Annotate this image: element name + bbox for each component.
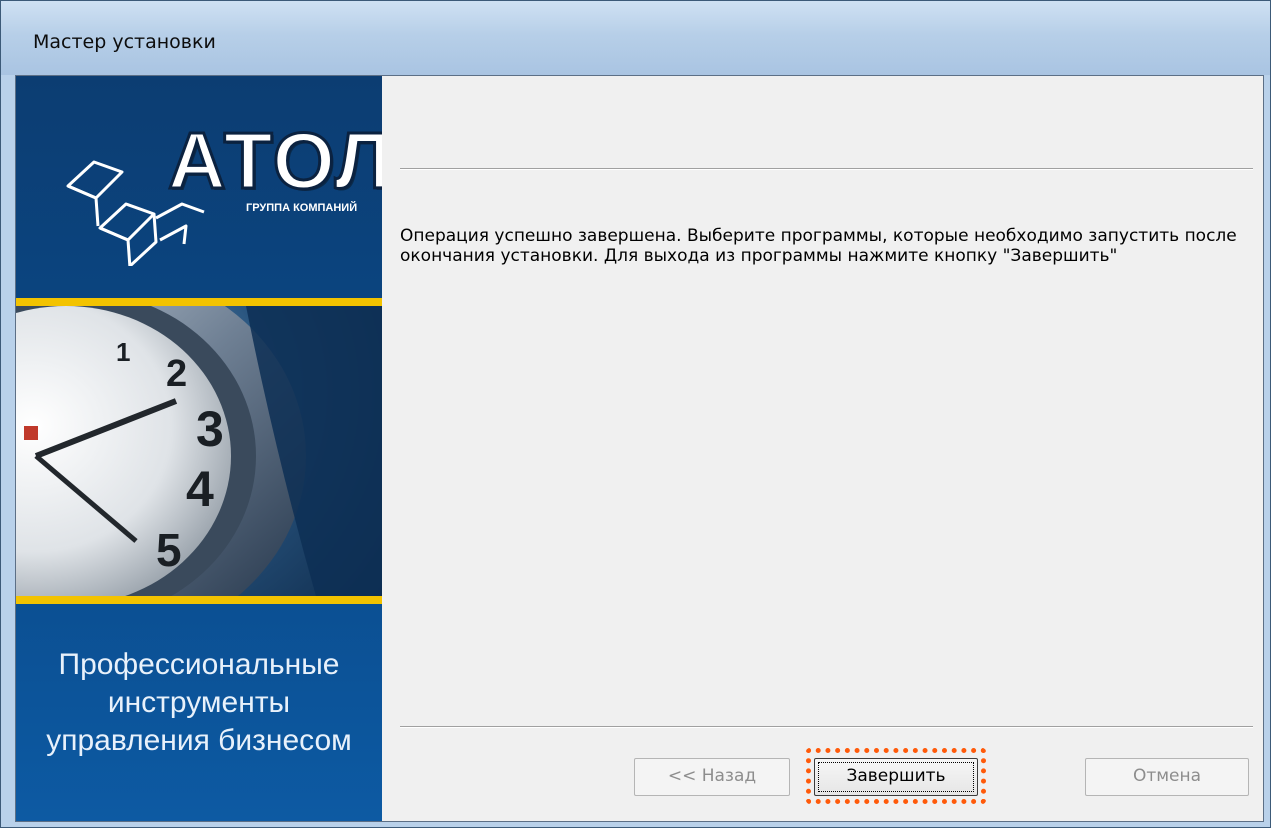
atol-logo: АТОЛ ГРУППА КОМПАНИЙ: [56, 106, 382, 276]
wizard-frame: АТОЛ ГРУППА КОМПАНИЙ 1 2 3 4 5 Профессио…: [15, 75, 1264, 822]
header-divider: [400, 168, 1253, 170]
svg-text:4: 4: [186, 461, 214, 517]
footer-divider: [400, 726, 1253, 728]
brand-sidebar: АТОЛ ГРУППА КОМПАНИЙ 1 2 3 4 5 Профессио…: [16, 76, 382, 821]
svg-text:3: 3: [196, 401, 224, 457]
completion-message: Операция успешно завершена. Выберите про…: [400, 226, 1237, 266]
watch-photo: 1 2 3 4 5: [16, 298, 382, 604]
svg-text:1: 1: [116, 337, 130, 367]
slogan-line-3: управления бизнесом: [46, 724, 352, 757]
window-title: Мастер установки: [33, 31, 216, 53]
watch-image: 1 2 3 4 5: [16, 306, 382, 596]
cancel-button[interactable]: Отмена: [1085, 758, 1249, 796]
slogan-line-1: Профессиональные: [58, 648, 340, 681]
back-button[interactable]: << Назад: [634, 758, 790, 796]
logo-tagline: ГРУППА КОМПАНИЙ: [246, 202, 358, 214]
slogan-line-2: инструменты: [107, 686, 291, 719]
svg-text:2: 2: [166, 353, 187, 395]
svg-text:5: 5: [156, 524, 182, 576]
title-bar[interactable]: Мастер установки: [1, 1, 1270, 75]
logo-wordmark: АТОЛ: [166, 115, 382, 207]
wizard-content: Операция успешно завершена. Выберите про…: [382, 76, 1263, 821]
finish-button[interactable]: Завершить: [814, 758, 978, 796]
installer-window: Мастер установки АТОЛ ГРУППА КОМПАНИЙ 1 …: [0, 0, 1271, 828]
slogan: Профессиональные инструменты управления …: [16, 646, 382, 760]
focus-rect: [818, 762, 974, 792]
